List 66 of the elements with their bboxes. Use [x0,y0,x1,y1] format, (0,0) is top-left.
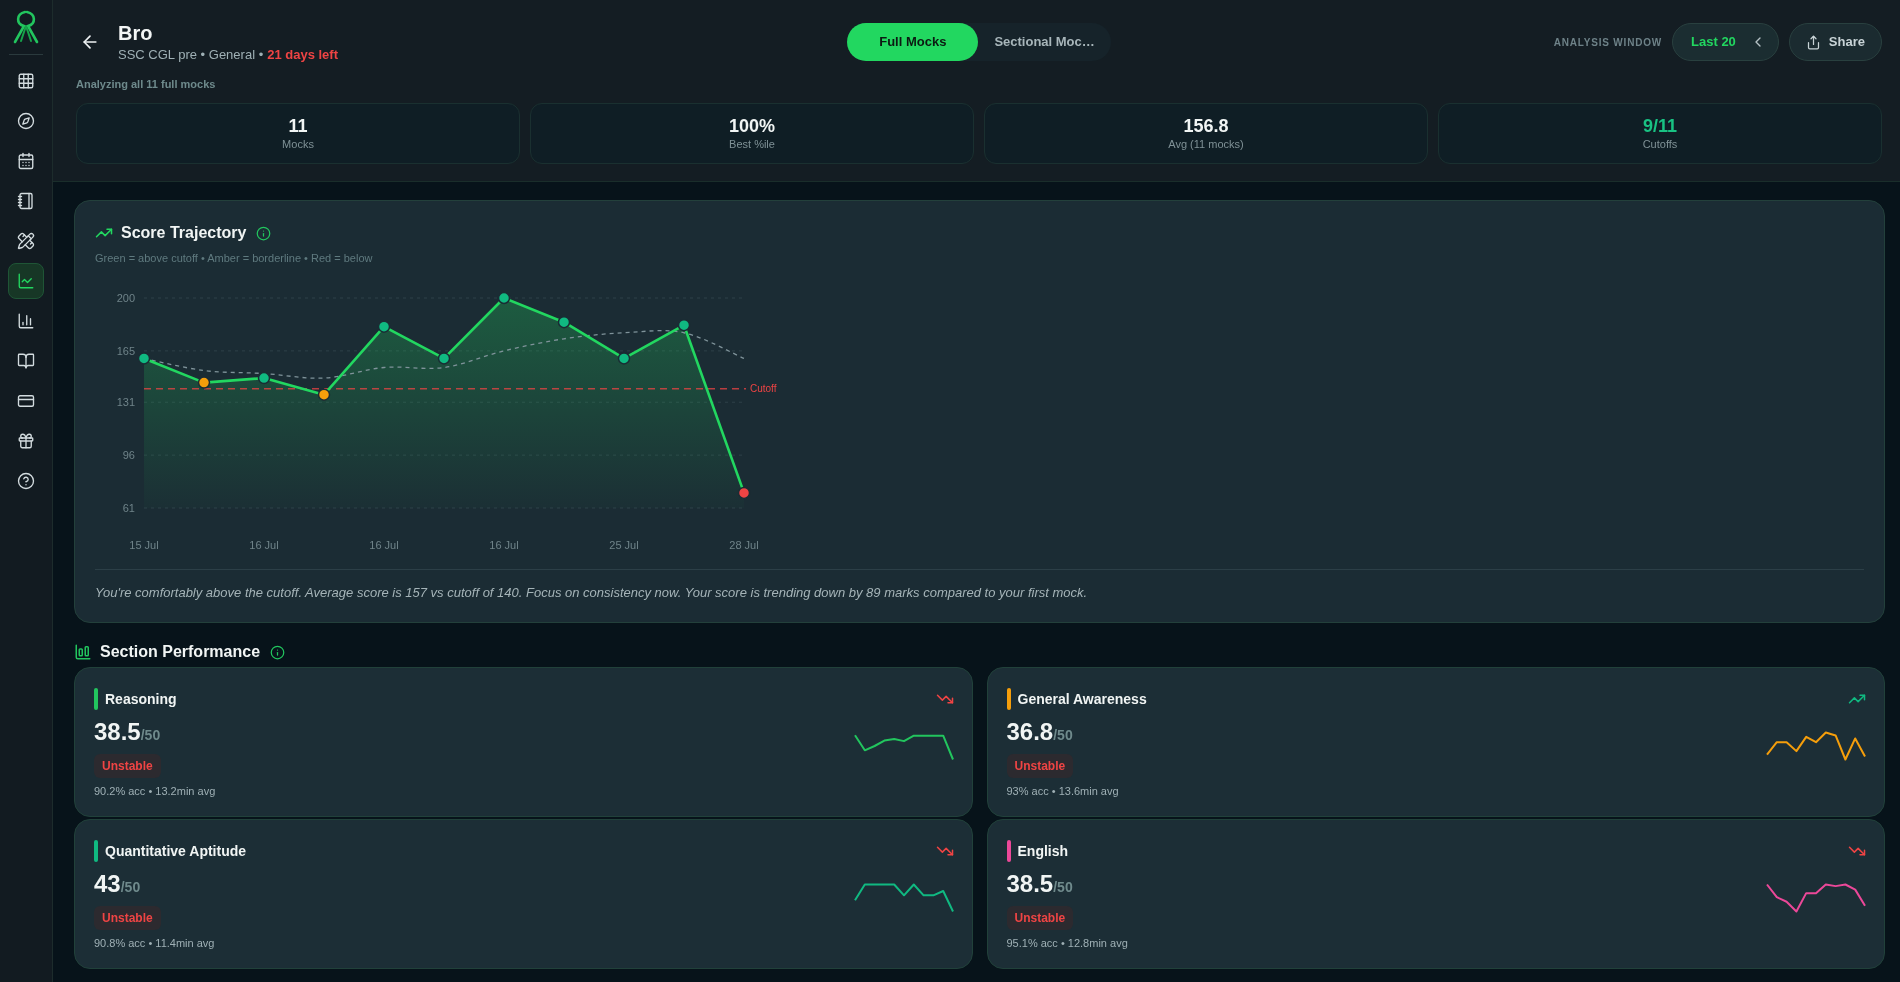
section-name: English [1017,841,1069,861]
x-tick-label: 16 Jul [489,539,519,551]
bar-chart-icon [17,312,35,330]
analysis-note: Analyzing all 11 full mocks [76,77,217,91]
share-button[interactable]: Share [1788,23,1882,61]
score-text: 36.8/50 [1006,717,1073,747]
accuracy-text: 95.1% acc • 12.8min avg [1006,936,1128,951]
days-left-text: 21 days left [267,46,338,64]
open-book-icon [17,352,35,370]
bar-chart-icon [74,643,92,661]
x-tick-label: 25 Jul [609,539,639,551]
accuracy-text: 93% acc • 13.6min avg [1006,784,1119,799]
y-tick-label: 61 [122,502,135,514]
tab[interactable]: Full Mocks [847,23,979,61]
x-tick-label: 28 Jul [729,539,759,551]
status-badge: Unstable [1006,754,1074,778]
info-icon[interactable] [256,225,272,241]
status-badge: Unstable [94,754,161,778]
gift-icon [17,432,35,450]
x-tick-label: 16 Jul [369,539,399,551]
stat-value: 156.8 [1183,115,1229,137]
info-icon[interactable] [270,644,286,660]
stat-value: 11 [288,115,308,137]
stat-label: Best %ile [729,137,775,152]
accuracy-text: 90.2% acc • 13.2min avg [94,784,216,799]
x-tick-label: 15 Jul [129,539,159,551]
notebook-icon [17,192,35,210]
score-text: 38.5/50 [94,717,161,747]
status-badge: Unstable [1006,906,1074,930]
help-icon [17,472,35,490]
stat-label: Cutoffs [1642,137,1678,152]
analysis-window-label: ANALYSIS WINDOW [1553,35,1663,50]
section-name: Quantitative Aptitude [105,841,247,861]
logo-icon [12,10,40,44]
section-name: General Awareness [1017,689,1147,709]
score-text: 38.5/50 [1006,869,1073,899]
y-tick-label: 165 [116,344,135,357]
score-text: 43/50 [94,869,141,899]
accuracy-text: 90.8% acc • 11.4min avg [94,936,215,951]
share-icon [1805,34,1821,50]
legend-text: Green = above cutoff • Amber = borderline • Red = below [95,251,374,266]
tab[interactable]: Sectional Moc… [978,23,1111,61]
stat-label: Avg (11 mocks) [1168,137,1244,152]
insight-text: You're comfortably above the cutoff. Average score is 157 vs cutoff of 140. Focus on consistency now. Your score is trending down by 89 marks compared to your first mock. [95,584,1089,602]
grid-icon [17,72,35,90]
x-tick-label: 16 Jul [249,539,279,551]
pencil-ruler-icon [17,232,35,250]
compass-icon [17,112,35,130]
y-tick-label: 200 [116,292,135,304]
credit-card-icon [17,392,35,410]
section-name: Reasoning [105,689,177,709]
subtitle-text: SSC CGL pre • General • [118,46,264,64]
page-title: Bro [118,21,154,46]
stat-value: 9/11 [1642,115,1677,137]
section-title: Section Performance [100,642,261,662]
stat-label: Mocks [282,137,314,152]
window-select[interactable]: Last 20 [1672,23,1779,61]
card-title: Score Trajectory [121,223,247,243]
stat-value: 100% [728,115,775,137]
y-tick-label: 131 [116,396,135,409]
status-badge: Unstable [94,906,161,930]
calendar-icon [17,152,35,170]
cutoff-label: Cutoff [750,383,777,395]
line-chart-icon [17,272,35,290]
y-tick-label: 96 [122,449,135,462]
nav-item[interactable] [8,263,44,299]
